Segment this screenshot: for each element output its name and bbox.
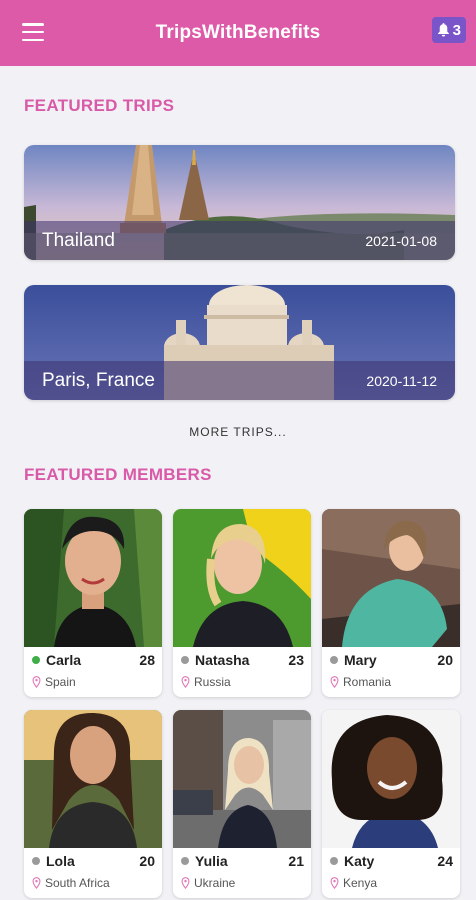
member-info: Mary 20 Romania bbox=[322, 647, 460, 697]
location-pin-icon bbox=[181, 676, 190, 688]
featured-members-heading: FEATURED MEMBERS bbox=[24, 465, 212, 484]
member-info: Natasha 23 Russia bbox=[173, 647, 311, 697]
app-bar: TripsWithBenefits 3 bbox=[0, 0, 476, 66]
notifications-button[interactable]: 3 bbox=[431, 17, 466, 43]
member-age: 28 bbox=[139, 652, 155, 668]
member-country: Ukraine bbox=[194, 876, 236, 890]
trip-date: 2020-11-12 bbox=[366, 372, 437, 389]
member-photo bbox=[322, 710, 460, 848]
location-pin-icon bbox=[330, 676, 339, 688]
member-card[interactable]: Lola 20 South Africa bbox=[24, 710, 162, 898]
member-age: 23 bbox=[288, 652, 304, 668]
member-age: 20 bbox=[437, 652, 453, 668]
offline-status-dot bbox=[330, 656, 338, 664]
member-country: Spain bbox=[45, 675, 76, 689]
member-info: Lola 20 South Africa bbox=[24, 848, 162, 898]
member-card[interactable]: Katy 24 Kenya bbox=[322, 710, 460, 898]
featured-trips-heading: FEATURED TRIPS bbox=[24, 96, 175, 115]
location-pin-icon bbox=[330, 877, 339, 889]
bell-icon bbox=[437, 23, 449, 37]
member-name: Yulia bbox=[195, 853, 228, 869]
member-country: South Africa bbox=[45, 876, 110, 890]
location-pin-icon bbox=[32, 877, 41, 889]
member-name: Lola bbox=[46, 853, 75, 869]
member-country: Russia bbox=[194, 675, 231, 689]
more-trips-link[interactable]: MORE TRIPS... bbox=[0, 425, 476, 439]
member-age: 24 bbox=[437, 853, 453, 869]
offline-status-dot bbox=[181, 857, 189, 865]
trip-date: 2021-01-08 bbox=[365, 232, 437, 249]
trip-card-paris[interactable]: Paris, France 2020-11-12 bbox=[24, 285, 455, 400]
trip-info-bar: Paris, France 2020-11-12 bbox=[24, 361, 455, 400]
trip-name: Thailand bbox=[42, 229, 115, 251]
member-photo bbox=[173, 509, 311, 647]
offline-status-dot bbox=[181, 656, 189, 664]
offline-status-dot bbox=[32, 857, 40, 865]
member-info: Katy 24 Kenya bbox=[322, 848, 460, 898]
member-name: Katy bbox=[344, 853, 375, 869]
location-pin-icon bbox=[181, 877, 190, 889]
member-age: 20 bbox=[139, 853, 155, 869]
app-title: TripsWithBenefits bbox=[155, 22, 321, 43]
notification-count: 3 bbox=[452, 21, 461, 39]
location-pin-icon bbox=[32, 676, 41, 688]
member-card[interactable]: Carla 28 Spain bbox=[24, 509, 162, 697]
member-card[interactable]: Mary 20 Romania bbox=[322, 509, 460, 697]
member-card[interactable]: Natasha 23 Russia bbox=[173, 509, 311, 697]
trip-info-bar: Thailand 2021-01-08 bbox=[24, 221, 455, 260]
member-card[interactable]: Yulia 21 Ukraine bbox=[173, 710, 311, 898]
member-name: Mary bbox=[344, 652, 377, 668]
trip-card-thailand[interactable]: Thailand 2021-01-08 bbox=[24, 145, 455, 260]
trip-name: Paris, France bbox=[42, 369, 155, 391]
member-name: Natasha bbox=[195, 652, 250, 668]
member-photo bbox=[173, 710, 311, 848]
member-country: Kenya bbox=[343, 876, 378, 890]
member-photo bbox=[24, 509, 162, 647]
member-photo bbox=[24, 710, 162, 848]
member-info: Yulia 21 Ukraine bbox=[173, 848, 311, 898]
member-age: 21 bbox=[288, 853, 304, 869]
member-info: Carla 28 Spain bbox=[24, 647, 162, 697]
member-photo bbox=[322, 509, 460, 647]
online-status-dot bbox=[32, 656, 40, 664]
member-country: Romania bbox=[343, 675, 392, 689]
menu-icon[interactable] bbox=[22, 23, 44, 41]
member-name: Carla bbox=[46, 652, 82, 668]
offline-status-dot bbox=[330, 857, 338, 865]
